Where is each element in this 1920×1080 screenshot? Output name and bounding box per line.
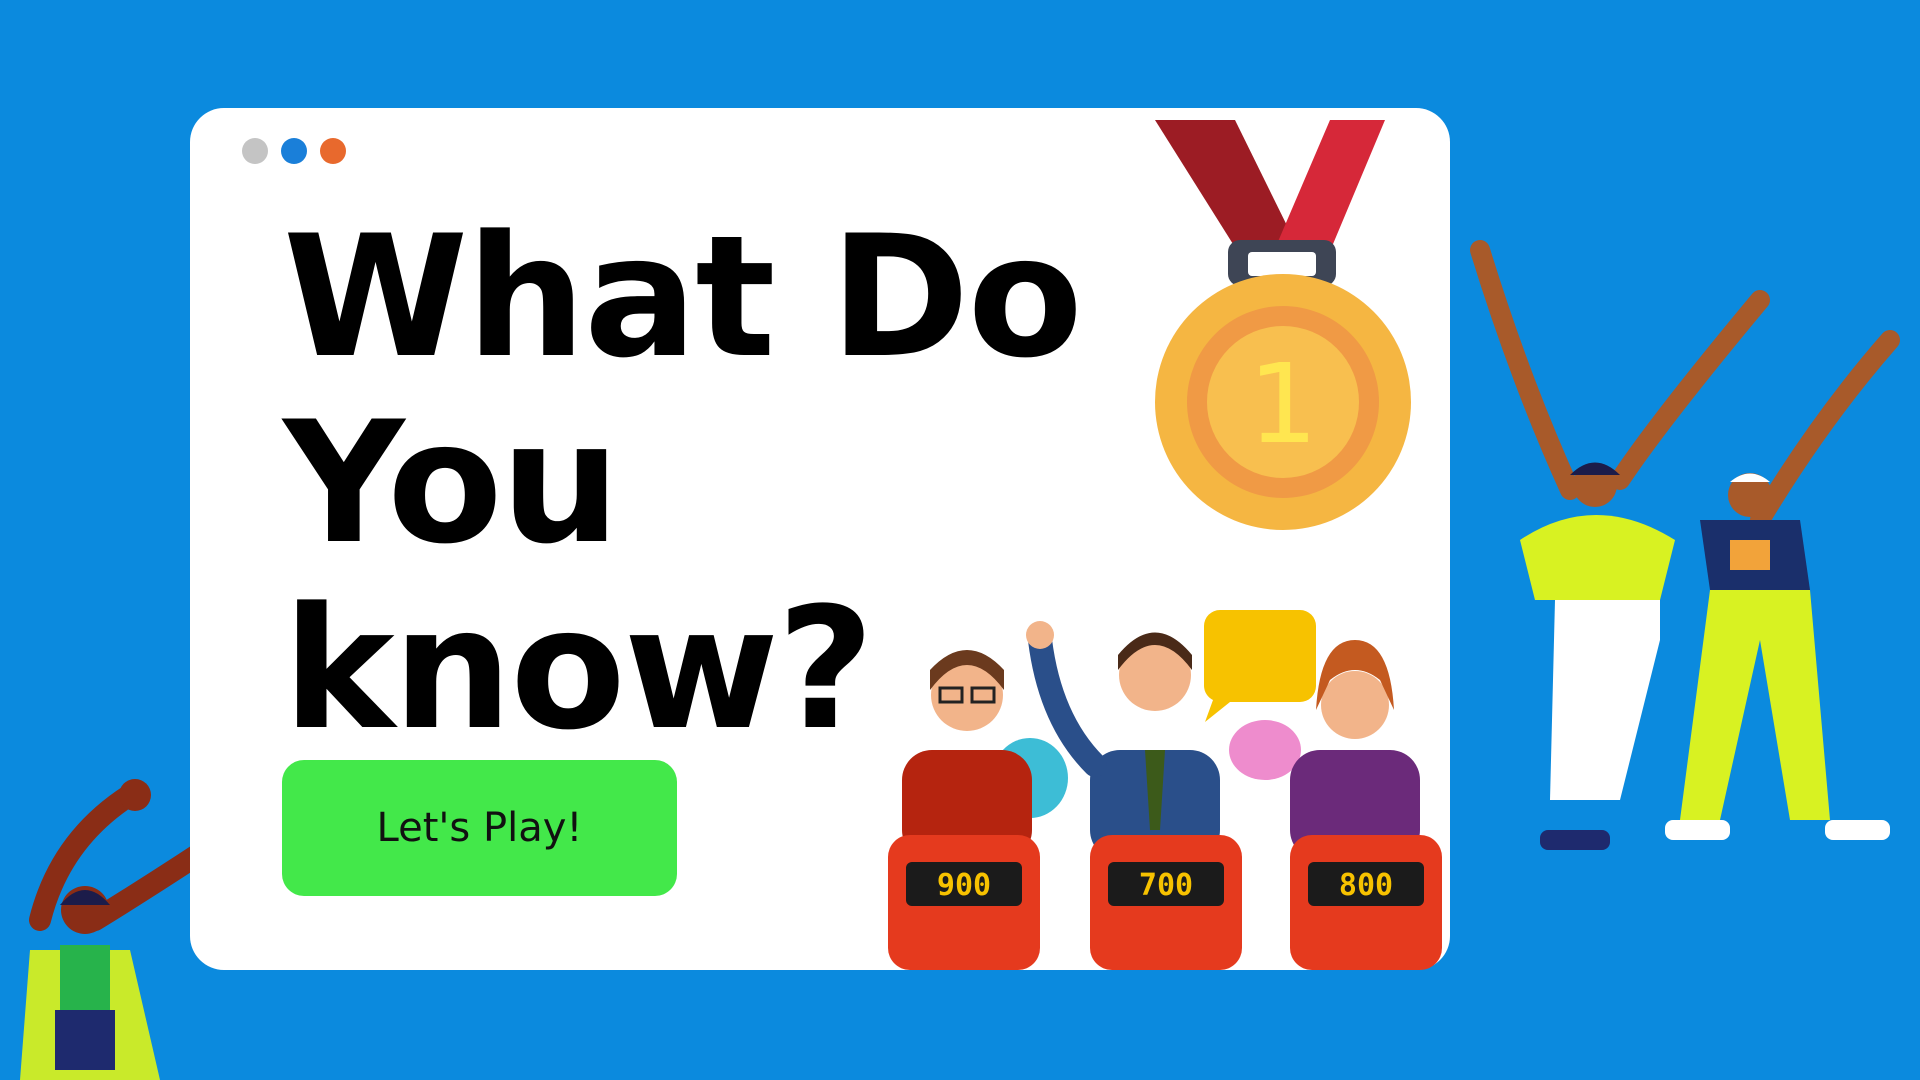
podium-score-middle: 700: [1139, 868, 1193, 903]
hero-title-line-2: You: [283, 385, 620, 581]
window-controls: [242, 138, 346, 164]
celebrating-people-illustration: [1470, 240, 1900, 850]
window-dot-orange[interactable]: [320, 138, 346, 164]
podium-score-left: 900: [937, 868, 991, 903]
contestant-middle: [1026, 621, 1220, 860]
podium-right: 800: [1290, 835, 1442, 970]
hero-title-line-1: What Do: [283, 199, 1083, 395]
window-dot-blue[interactable]: [281, 138, 307, 164]
podium-left: 900: [888, 835, 1040, 970]
lets-play-button[interactable]: Let's Play!: [282, 760, 677, 896]
medal-number: 1: [1248, 340, 1318, 468]
contestant-left: [902, 650, 1032, 860]
podium-middle: 700: [1090, 835, 1242, 970]
window-dot-gray[interactable]: [242, 138, 268, 164]
podium-score-right: 800: [1339, 868, 1393, 903]
game-show-contestants-illustration: 900 700 800: [888, 610, 1442, 970]
speech-bubble-icon: [1204, 610, 1316, 722]
gold-medal-icon: 1: [1155, 120, 1411, 530]
speech-bubble-icon: [1229, 720, 1301, 780]
